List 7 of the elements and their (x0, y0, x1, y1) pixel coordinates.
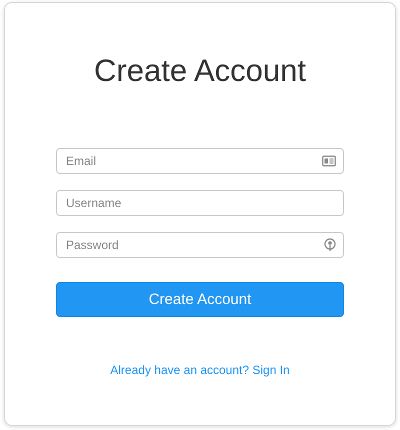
page-title: Create Account (94, 53, 306, 89)
sign-in-link[interactable]: Already have an account? Sign In (110, 363, 290, 377)
input-field[interactable]: Password (56, 232, 344, 258)
create-account-button[interactable]: Create Account (56, 282, 344, 317)
contact-card-icon[interactable] (322, 156, 336, 166)
input-field[interactable]: Email (56, 148, 344, 174)
input-field[interactable]: Username (56, 190, 344, 216)
